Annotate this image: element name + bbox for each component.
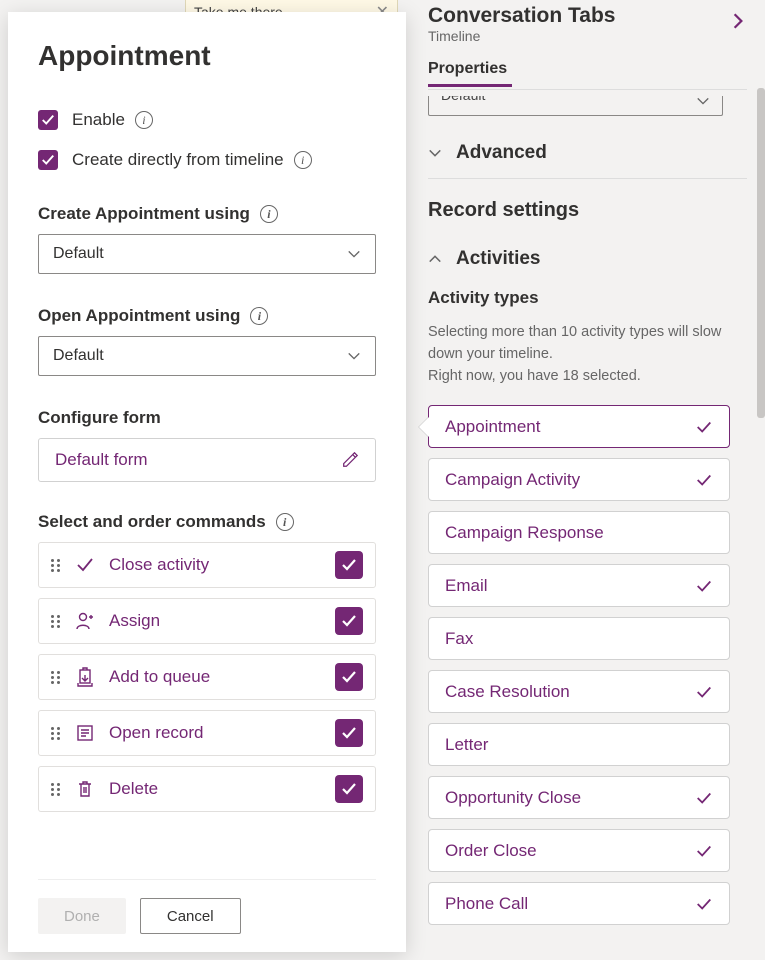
command-label: Assign bbox=[109, 611, 321, 631]
properties-panel: Conversation Tabs Timeline Properties De… bbox=[410, 0, 765, 960]
activity-label: Campaign Response bbox=[445, 523, 604, 543]
configure-form-value: Default form bbox=[55, 450, 148, 470]
activity-label: Case Resolution bbox=[445, 682, 570, 702]
commands-label: Select and order commands i bbox=[38, 512, 376, 532]
command-toggle[interactable] bbox=[335, 775, 363, 803]
activity-label: Order Close bbox=[445, 841, 537, 861]
activity-label: Appointment bbox=[445, 417, 540, 437]
check-icon bbox=[695, 418, 713, 436]
panel-footer: Done Cancel bbox=[38, 879, 376, 934]
drag-handle-icon[interactable] bbox=[51, 727, 61, 740]
edit-icon[interactable] bbox=[341, 451, 359, 469]
appointment-panel: Appointment Enable i Create directly fro… bbox=[8, 12, 406, 952]
check-icon bbox=[695, 842, 713, 860]
drag-handle-icon[interactable] bbox=[51, 783, 61, 796]
scrollbar-thumb[interactable] bbox=[757, 88, 765, 418]
create-using-label: Create Appointment using i bbox=[38, 204, 376, 224]
command-row[interactable]: Delete bbox=[38, 766, 376, 812]
command-row[interactable]: Assign bbox=[38, 598, 376, 644]
info-icon[interactable]: i bbox=[276, 513, 294, 531]
configure-form-row[interactable]: Default form bbox=[38, 438, 376, 482]
open-using-select[interactable]: Default bbox=[38, 336, 376, 376]
activity-label: Opportunity Close bbox=[445, 788, 581, 808]
activity-type-item[interactable]: Order Close bbox=[428, 829, 730, 872]
activity-label: Phone Call bbox=[445, 894, 528, 914]
activity-type-item[interactable]: Campaign Activity bbox=[428, 458, 730, 501]
info-icon[interactable]: i bbox=[135, 111, 153, 129]
done-button: Done bbox=[38, 898, 126, 934]
activity-type-item[interactable]: Case Resolution bbox=[428, 670, 730, 713]
info-icon[interactable]: i bbox=[260, 205, 278, 223]
enable-label: Enable bbox=[72, 110, 125, 130]
activity-types-label: Activity types bbox=[428, 288, 747, 308]
drag-handle-icon[interactable] bbox=[51, 559, 61, 572]
chevron-down-icon bbox=[428, 146, 442, 160]
activity-label: Fax bbox=[445, 629, 473, 649]
create-directly-checkbox-row[interactable]: Create directly from timeline i bbox=[38, 150, 376, 170]
chevron-down-icon bbox=[696, 96, 710, 108]
activity-type-item[interactable]: Appointment bbox=[428, 405, 730, 448]
page-title: Appointment bbox=[38, 40, 376, 72]
chevron-right-icon[interactable] bbox=[729, 12, 747, 30]
enable-checkbox-row[interactable]: Enable i bbox=[38, 110, 376, 130]
activity-label: Campaign Activity bbox=[445, 470, 580, 490]
drag-handle-icon[interactable] bbox=[51, 671, 61, 684]
activity-type-item[interactable]: Email bbox=[428, 564, 730, 607]
cutoff-select[interactable]: Default bbox=[428, 96, 723, 116]
command-row[interactable]: Open record bbox=[38, 710, 376, 756]
activity-label: Letter bbox=[445, 735, 488, 755]
open-using-label: Open Appointment using i bbox=[38, 306, 376, 326]
check-icon bbox=[695, 471, 713, 489]
command-label: Open record bbox=[109, 723, 321, 743]
select-value: Default bbox=[441, 96, 485, 103]
create-using-select[interactable]: Default bbox=[38, 234, 376, 274]
command-row[interactable]: Close activity bbox=[38, 542, 376, 588]
checkbox-checked-icon[interactable] bbox=[38, 110, 58, 130]
activity-type-item[interactable]: Opportunity Close bbox=[428, 776, 730, 819]
command-toggle[interactable] bbox=[335, 719, 363, 747]
activity-type-item[interactable]: Letter bbox=[428, 723, 730, 766]
activities-section[interactable]: Activities bbox=[428, 248, 747, 270]
configure-form-label: Configure form bbox=[38, 408, 376, 428]
select-value: Default bbox=[53, 347, 104, 365]
check-icon bbox=[695, 789, 713, 807]
create-directly-label: Create directly from timeline bbox=[72, 150, 284, 170]
activity-types-note: Selecting more than 10 activity types wi… bbox=[428, 322, 728, 387]
select-value: Default bbox=[53, 245, 104, 263]
pointer-icon bbox=[419, 417, 429, 437]
right-subtitle: Timeline bbox=[428, 28, 615, 44]
activity-type-item[interactable]: Fax bbox=[428, 617, 730, 660]
checkbox-checked-icon[interactable] bbox=[38, 150, 58, 170]
tab-underline bbox=[428, 84, 512, 87]
command-label: Delete bbox=[109, 779, 321, 799]
advanced-section[interactable]: Advanced bbox=[428, 142, 747, 164]
command-toggle[interactable] bbox=[335, 551, 363, 579]
activity-type-item[interactable]: Phone Call bbox=[428, 882, 730, 925]
check-icon bbox=[695, 895, 713, 913]
chevron-down-icon bbox=[347, 349, 361, 363]
check-icon bbox=[695, 577, 713, 595]
info-icon[interactable]: i bbox=[250, 307, 268, 325]
command-label: Add to queue bbox=[109, 667, 321, 687]
cancel-button[interactable]: Cancel bbox=[140, 898, 241, 934]
tab-properties[interactable]: Properties bbox=[428, 60, 747, 84]
command-toggle[interactable] bbox=[335, 607, 363, 635]
right-title: Conversation Tabs bbox=[428, 4, 615, 28]
chevron-up-icon bbox=[428, 252, 442, 266]
command-label: Close activity bbox=[109, 555, 321, 575]
command-row[interactable]: Add to queue bbox=[38, 654, 376, 700]
check-icon bbox=[695, 683, 713, 701]
activity-type-item[interactable]: Campaign Response bbox=[428, 511, 730, 554]
chevron-down-icon bbox=[347, 247, 361, 261]
record-settings-heading: Record settings bbox=[428, 199, 747, 222]
info-icon[interactable]: i bbox=[294, 151, 312, 169]
drag-handle-icon[interactable] bbox=[51, 615, 61, 628]
activity-label: Email bbox=[445, 576, 488, 596]
command-toggle[interactable] bbox=[335, 663, 363, 691]
